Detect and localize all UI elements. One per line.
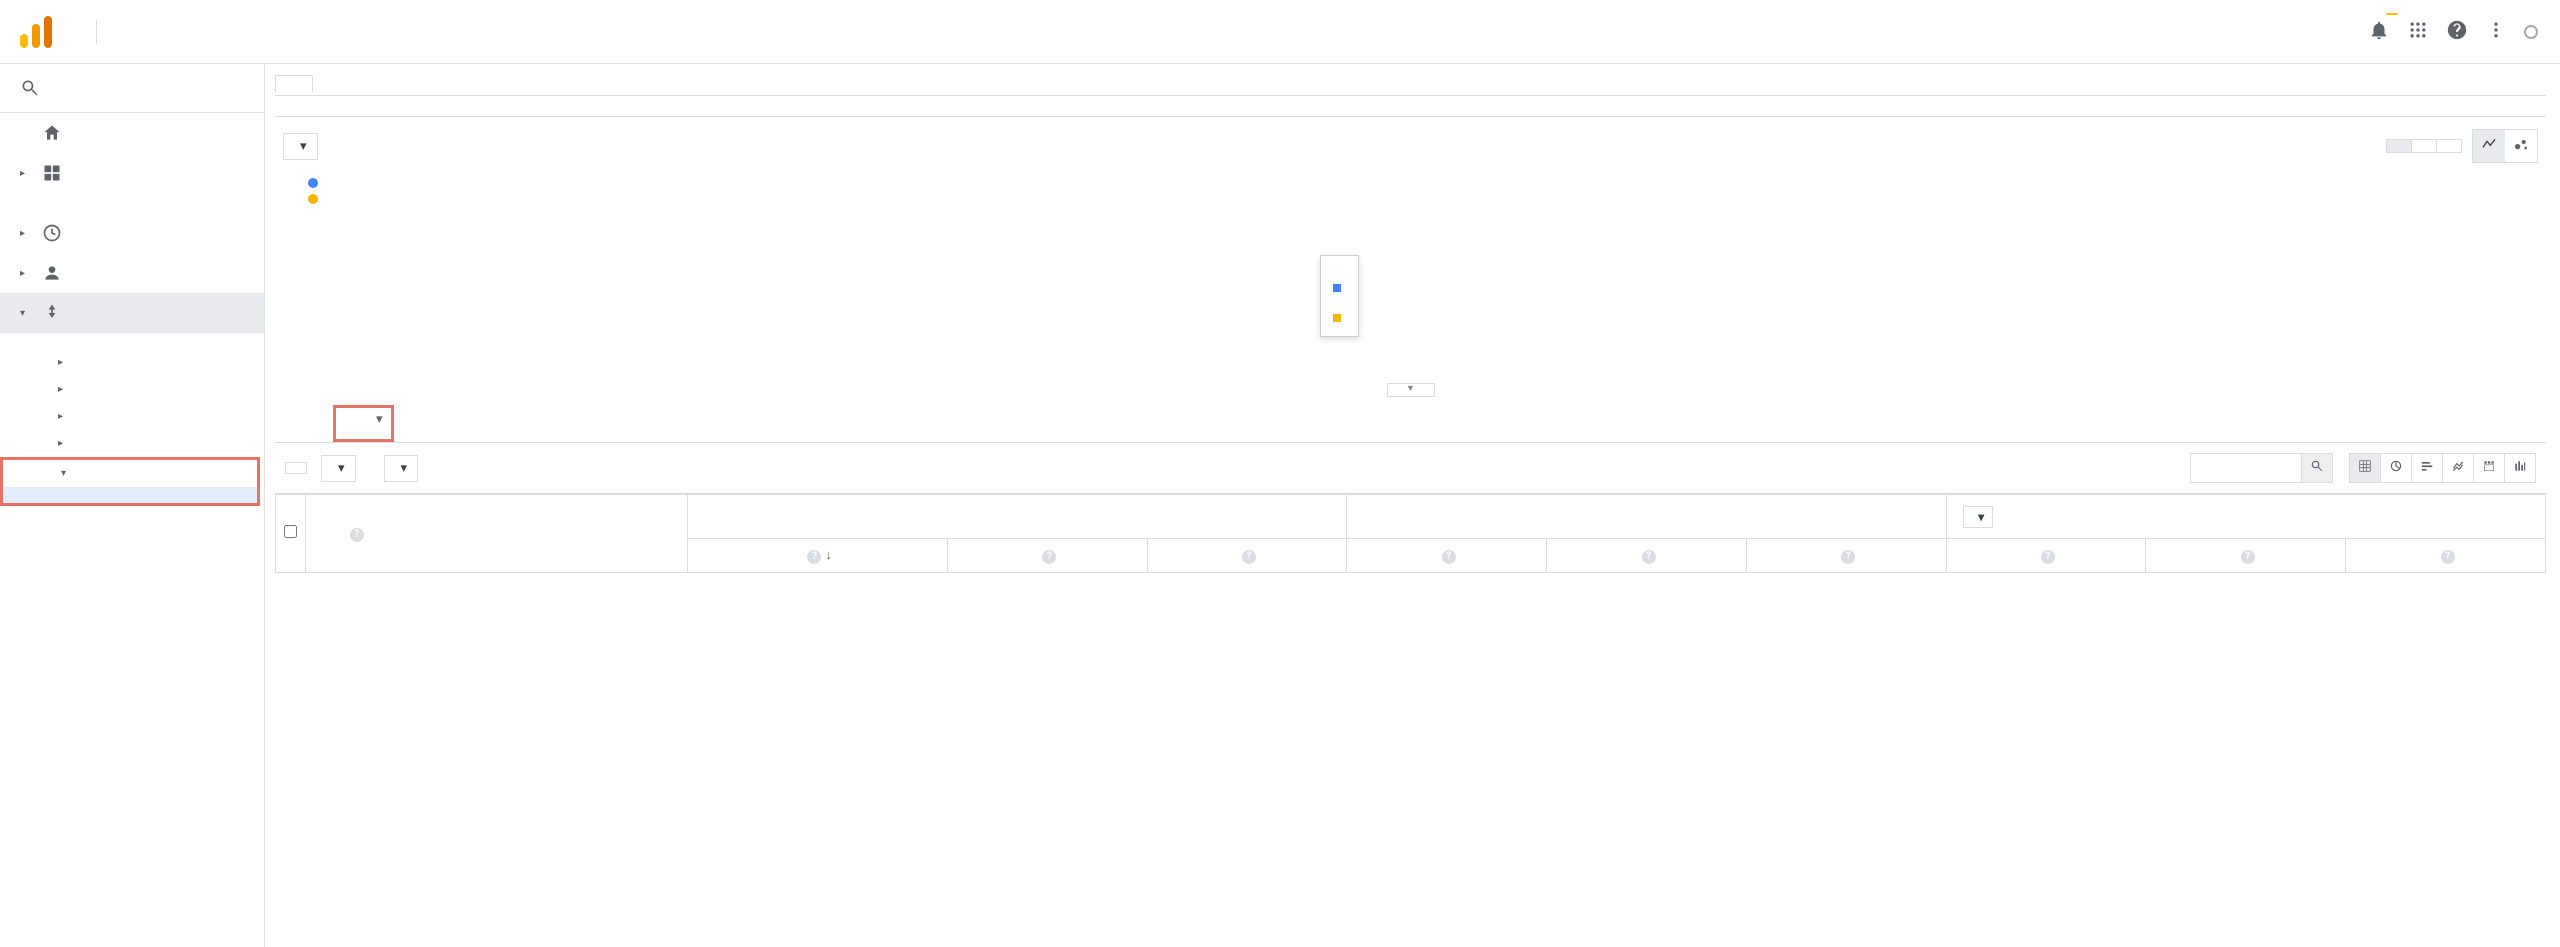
chevron-down-icon: ▾ — [1978, 510, 1984, 524]
secondary-dimension-dropdown[interactable]: ▾ — [321, 455, 356, 482]
toolbar-row: ▾ ▾ — [275, 443, 2546, 494]
table-search-input[interactable] — [2191, 454, 2301, 482]
notification-badge — [2386, 13, 2398, 15]
view-bar-icon[interactable] — [2412, 454, 2443, 482]
help-icon[interactable] — [2446, 19, 2468, 45]
col-bounce[interactable]: ? — [1347, 539, 1547, 573]
sidebar-sub-social-networks[interactable]: ▸ — [0, 430, 264, 457]
legend-dot-2021 — [308, 178, 318, 188]
view-table-icon[interactable] — [2350, 454, 2381, 482]
search-icon — [20, 78, 40, 98]
sidebar-item-realtime[interactable]: ▸ — [0, 213, 264, 253]
subtabs — [275, 95, 2546, 117]
sidebar-item-target-group[interactable]: ▸ — [0, 253, 264, 293]
time-month-button[interactable] — [2437, 140, 2461, 152]
select-all-checkbox[interactable] — [284, 525, 297, 538]
chevron-down-icon: ▾ — [401, 461, 408, 476]
time-day-button[interactable] — [2387, 140, 2412, 152]
sidebar-sub-all-accesses[interactable]: ▸ — [0, 349, 264, 376]
separator — [96, 20, 97, 44]
col-new-users[interactable]: ? — [948, 539, 1148, 573]
reports-section-label — [0, 193, 264, 213]
col-pages-session[interactable]: ? — [1547, 539, 1747, 573]
sidebar-sub-all-campaigns[interactable] — [3, 487, 257, 503]
group-acquisition — [688, 495, 1347, 539]
group-conversions: ▾ — [1946, 495, 2545, 539]
chevron-down-icon: ▾ — [300, 139, 307, 154]
line-chart-icon[interactable] — [2473, 130, 2505, 162]
controls-row: ▾ — [275, 117, 2546, 175]
sidebar-sub-search-console[interactable]: ▸ — [0, 403, 264, 430]
col-transactions[interactable]: ? — [2146, 539, 2346, 573]
view-cloud-icon[interactable] — [2505, 454, 2535, 482]
time-granularity-group — [2386, 139, 2462, 153]
time-week-button[interactable] — [2412, 140, 2437, 152]
col-avg-session[interactable]: ? — [1746, 539, 1946, 573]
motion-chart-icon[interactable] — [2505, 130, 2537, 162]
home-icon — [42, 123, 62, 143]
acquisition-icon — [42, 303, 62, 323]
sort-arrow-down-icon: ↓ — [825, 548, 832, 563]
sidebar-item-acquisition[interactable]: ▾ — [0, 293, 264, 333]
primary-dimension-row: ▾ — [275, 397, 2546, 443]
user-icon — [42, 263, 62, 283]
logo — [20, 16, 97, 48]
collapse-icon: ▾ — [20, 308, 28, 319]
sidebar-item-adaptation[interactable]: ▸ — [0, 153, 264, 193]
brand-tag — [2524, 25, 2540, 39]
view-mode-icons — [2349, 453, 2536, 483]
expand-icon: ▸ — [20, 228, 28, 239]
sidebar: ▸ ▸ ▸ ▾ ▸ ▸ ▸ ▸ ▾ — [0, 64, 265, 947]
sidebar-sub-campaigns[interactable]: ▾ — [3, 460, 257, 487]
col-ec-conv[interactable]: ? — [1946, 539, 2146, 573]
view-pie-icon[interactable] — [2381, 454, 2412, 482]
more-icon[interactable] — [2486, 20, 2506, 44]
sorting-type-dropdown[interactable]: ▾ — [384, 455, 419, 482]
apps-icon[interactable] — [2408, 20, 2428, 44]
header-actions — [2368, 19, 2540, 45]
primdim-other[interactable]: ▾ — [376, 412, 383, 435]
clock-icon — [42, 223, 62, 243]
tab-explorer[interactable] — [275, 75, 313, 92]
conversions-dropdown[interactable]: ▾ — [1963, 506, 1993, 528]
primdim-highlight: ▾ — [333, 405, 394, 442]
view-pivot-icon[interactable] — [2474, 454, 2505, 482]
chart-expand-handle[interactable]: ▼ — [1387, 383, 1435, 397]
group-behave — [1347, 495, 1946, 539]
chart-type-toggle — [2472, 129, 2538, 163]
col-users[interactable]: ?↓ — [688, 539, 948, 573]
legend-dot-2020 — [308, 194, 318, 204]
app-header — [0, 0, 2560, 64]
display-lines-button — [285, 462, 307, 474]
expand-icon: ▸ — [20, 168, 28, 179]
chart-tooltip — [1320, 255, 1359, 337]
sidebar-item-home[interactable] — [0, 113, 264, 153]
analytics-logo-icon — [20, 16, 52, 48]
tabbar — [275, 74, 2546, 95]
view-compare-icon[interactable] — [2443, 454, 2474, 482]
campaigns-highlight: ▾ — [0, 457, 260, 506]
main-content: ▾ — [265, 64, 2560, 947]
notifications-button[interactable] — [2368, 19, 2390, 45]
table-search[interactable] — [2190, 453, 2333, 483]
sidebar-sub-overview[interactable] — [0, 333, 264, 349]
col-meetings[interactable]: ? — [1147, 539, 1347, 573]
line-chart: ▼ — [285, 215, 2536, 397]
expand-icon: ▸ — [20, 268, 28, 279]
table-search-button[interactable] — [2301, 454, 2332, 482]
sidebar-sub-google-ads[interactable]: ▸ — [0, 376, 264, 403]
chart-legend — [275, 175, 2546, 207]
chevron-down-icon: ▾ — [338, 461, 345, 476]
chevron-down-icon: ▾ — [376, 412, 383, 427]
help-icon[interactable]: ? — [350, 528, 364, 542]
dashboard-icon — [42, 163, 62, 183]
col-turnover[interactable]: ? — [2346, 539, 2546, 573]
sidebar-search[interactable] — [0, 64, 264, 113]
search-input[interactable] — [54, 80, 244, 96]
data-table: ? ▾ ?↓ ? ? ? ? ? ? ? ? — [275, 494, 2546, 573]
users-dropdown[interactable]: ▾ — [283, 133, 318, 160]
